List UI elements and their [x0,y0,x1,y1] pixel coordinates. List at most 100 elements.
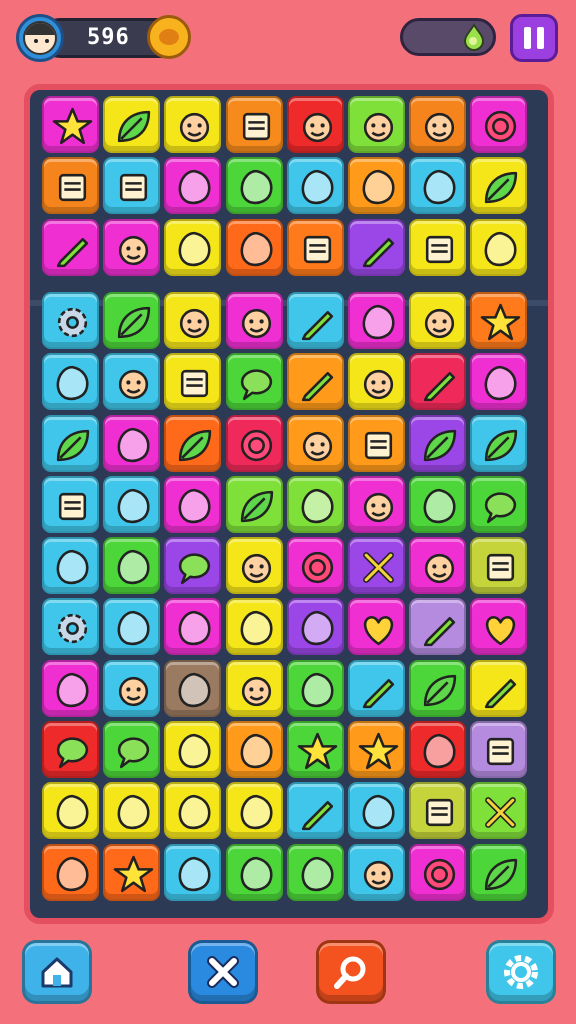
game-tile[interactable] [348,157,405,215]
game-tile[interactable] [470,218,528,276]
game-tile[interactable] [103,475,161,533]
game-tile[interactable] [409,782,467,840]
game-tile[interactable] [286,537,344,595]
game-tile[interactable] [42,291,99,349]
game-tile[interactable] [42,475,99,533]
game-tile[interactable] [103,353,161,411]
game-tile[interactable] [409,291,467,349]
game-tile[interactable] [164,353,222,411]
game-tile[interactable] [409,721,467,778]
game-tile[interactable] [42,782,99,840]
game-tile[interactable] [348,843,405,901]
game-tile[interactable] [42,721,99,778]
game-tile[interactable] [164,659,222,717]
game-tile[interactable] [470,721,528,778]
game-tile[interactable] [409,218,467,276]
game-tile[interactable] [103,157,161,215]
game-tile[interactable] [42,659,99,717]
game-tile[interactable] [164,475,222,533]
game-tile[interactable] [286,414,344,472]
game-tile[interactable] [42,96,99,153]
game-tile[interactable] [103,782,161,840]
game-tile[interactable] [470,353,528,411]
game-tile[interactable] [103,537,161,595]
game-tile[interactable] [225,843,283,901]
game-tile[interactable] [348,537,405,595]
game-tile[interactable] [225,414,283,472]
game-tile[interactable] [42,843,99,901]
game-tile[interactable] [286,721,344,778]
game-tile[interactable] [409,353,467,411]
game-tile[interactable] [164,843,222,901]
game-tile[interactable] [348,782,405,840]
game-tile[interactable] [103,721,161,778]
game-tile[interactable] [225,96,283,153]
home-button[interactable] [22,940,92,1004]
game-tile[interactable] [286,659,344,717]
game-tile[interactable] [164,291,222,349]
game-tile[interactable] [470,659,528,717]
game-tile[interactable] [348,598,405,656]
game-tile[interactable] [348,414,405,472]
game-tile[interactable] [286,218,344,276]
game-tile[interactable] [42,157,99,215]
game-tile[interactable] [164,157,222,215]
game-tile[interactable] [225,537,283,595]
game-tile[interactable] [470,157,528,215]
game-tile[interactable] [348,475,405,533]
game-tile[interactable] [164,414,222,472]
game-tile[interactable] [286,843,344,901]
game-tile[interactable] [103,218,161,276]
game-tile[interactable] [348,96,405,153]
game-tile[interactable] [286,598,344,656]
game-tile[interactable] [225,157,283,215]
game-tile[interactable] [470,598,528,656]
game-tile[interactable] [470,537,528,595]
game-tile[interactable] [470,475,528,533]
pause-button[interactable] [510,14,558,62]
game-tile[interactable] [164,782,222,840]
game-tile[interactable] [348,291,405,349]
game-tile[interactable] [470,291,528,349]
game-tile[interactable] [103,96,161,153]
game-tile[interactable] [225,598,283,656]
game-tile[interactable] [164,218,222,276]
game-tile[interactable] [348,721,405,778]
game-tile[interactable] [409,96,467,153]
game-tile[interactable] [286,96,344,153]
game-tile[interactable] [409,475,467,533]
game-tile[interactable] [409,598,467,656]
game-tile[interactable] [42,353,99,411]
game-tile[interactable] [164,96,222,153]
game-tile[interactable] [409,659,467,717]
game-tile[interactable] [286,475,344,533]
game-tile[interactable] [286,353,344,411]
game-tile[interactable] [164,537,222,595]
game-tile[interactable] [103,659,161,717]
game-tile[interactable] [225,659,283,717]
search-button[interactable] [316,940,386,1004]
game-tile[interactable] [409,414,467,472]
game-tile[interactable] [42,598,99,656]
game-tile[interactable] [470,96,528,153]
game-tile[interactable] [286,291,344,349]
game-tile[interactable] [103,598,161,656]
game-tile[interactable] [286,782,344,840]
game-tile[interactable] [42,537,99,595]
game-tile[interactable] [225,782,283,840]
game-tile[interactable] [42,414,99,472]
shuffle-button[interactable] [188,940,258,1004]
game-tile[interactable] [286,157,344,215]
game-tile[interactable] [103,414,161,472]
game-tile[interactable] [164,721,222,778]
game-tile[interactable] [225,218,283,276]
game-tile[interactable] [470,843,528,901]
game-tile[interactable] [103,843,161,901]
game-tile[interactable] [225,721,283,778]
game-tile[interactable] [348,353,405,411]
game-tile[interactable] [348,218,405,276]
game-tile[interactable] [409,537,467,595]
game-tile[interactable] [409,843,467,901]
game-tile[interactable] [225,291,283,349]
avatar-button[interactable] [16,14,64,62]
